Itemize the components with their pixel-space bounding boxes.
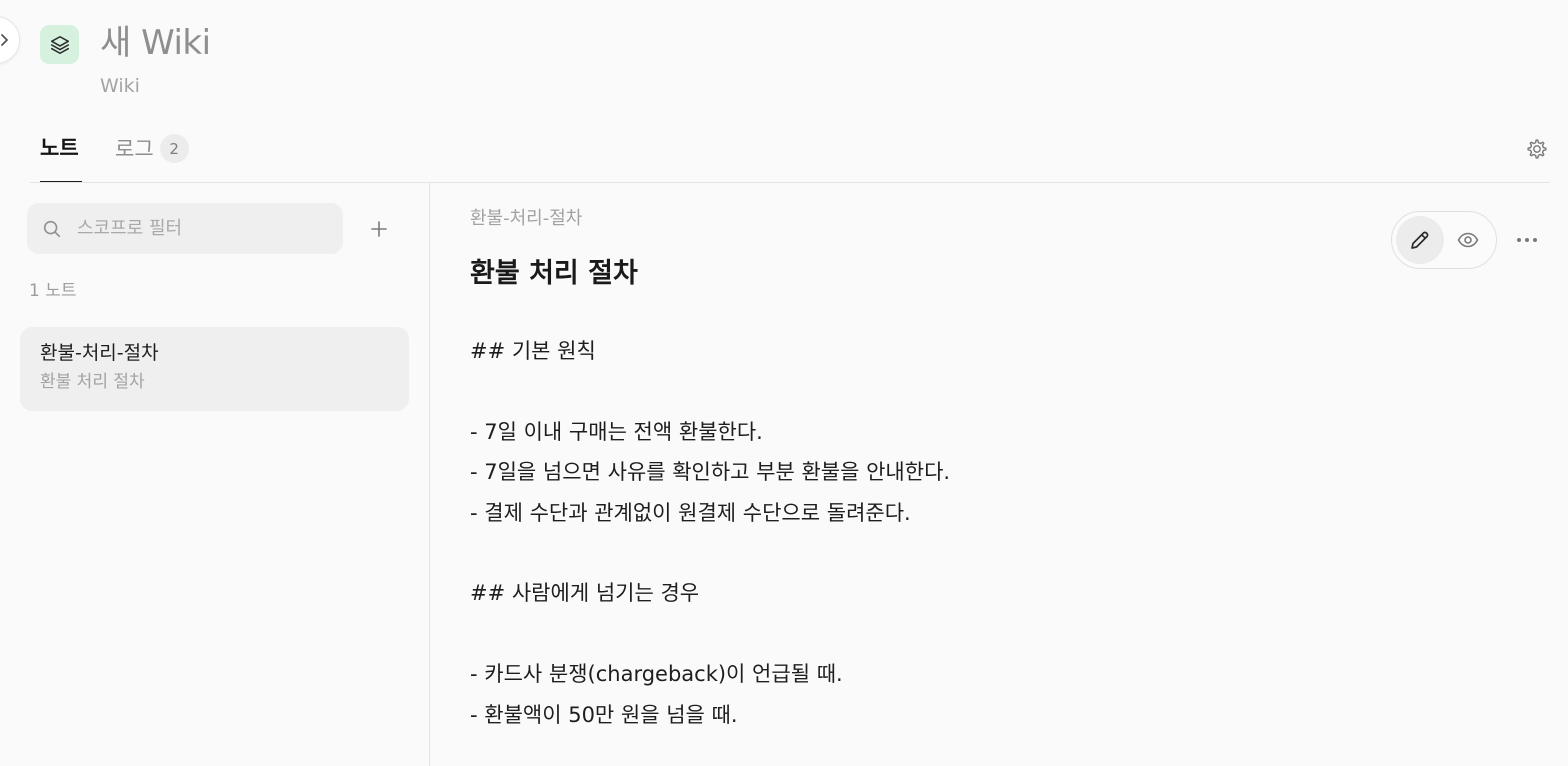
preview-mode-button[interactable] <box>1444 216 1492 264</box>
note-subtitle: 환불 처리 절차 <box>40 372 145 392</box>
eye-icon <box>1457 232 1479 248</box>
layers-icon <box>50 35 69 54</box>
breadcrumb: 환불-처리-절차 <box>470 208 583 229</box>
app-icon <box>40 25 79 64</box>
edit-mode-button[interactable] <box>1396 216 1444 264</box>
doc-line: - 결제 수단과 관계없이 원결제 수단으로 돌려준다. <box>470 501 911 525</box>
doc-line: - 카드사 분쟁(chargeback)이 언급될 때. <box>470 662 843 686</box>
more-options-button[interactable] <box>1512 226 1542 254</box>
settings-button[interactable] <box>1522 134 1552 164</box>
pencil-icon <box>1411 231 1429 249</box>
add-note-button[interactable] <box>366 216 392 242</box>
doc-line: - 환불액이 50만 원을 넘을 때. <box>470 703 738 727</box>
panel-divider <box>429 183 430 766</box>
doc-line: - 7일을 넘으면 사유를 확인하고 부분 환불을 안내한다. <box>470 460 951 484</box>
page-title: 환불 처리 절차 <box>470 258 638 289</box>
tab-notes[interactable]: 노트 <box>40 134 79 162</box>
header-divider <box>30 182 1550 183</box>
note-count: 1 노트 <box>29 281 77 301</box>
mode-toggle <box>1391 211 1497 269</box>
search-icon <box>43 220 61 237</box>
tab-log[interactable]: 로그 2 <box>115 134 189 163</box>
note-title: 환불-처리-절차 <box>40 342 159 364</box>
sidebar-toggle-button[interactable] <box>0 16 20 64</box>
scope-filter-input[interactable] <box>75 217 315 240</box>
wiki-title: 새 Wiki <box>100 23 211 63</box>
tab-log-label: 로그 <box>115 136 154 161</box>
log-count-badge: 2 <box>159 134 189 163</box>
doc-heading: ## 사람에게 넘기는 경우 <box>470 581 700 605</box>
gear-icon <box>1527 139 1547 159</box>
chevron-right-icon <box>1 34 8 46</box>
wiki-page: 새 Wiki Wiki 노트 로그 2 1 노트 환불-처리-절차 환불 처리 … <box>0 0 1568 766</box>
list-item[interactable]: 환불-처리-절차 환불 처리 절차 <box>20 327 409 411</box>
doc-line: - 7일 이내 구매는 전액 환불한다. <box>470 420 763 444</box>
plus-icon <box>371 221 387 237</box>
more-horizontal-icon <box>1517 238 1537 242</box>
wiki-subtitle: Wiki <box>100 75 140 97</box>
scope-filter[interactable] <box>27 203 343 254</box>
doc-heading: ## 기본 원칙 <box>470 339 596 363</box>
